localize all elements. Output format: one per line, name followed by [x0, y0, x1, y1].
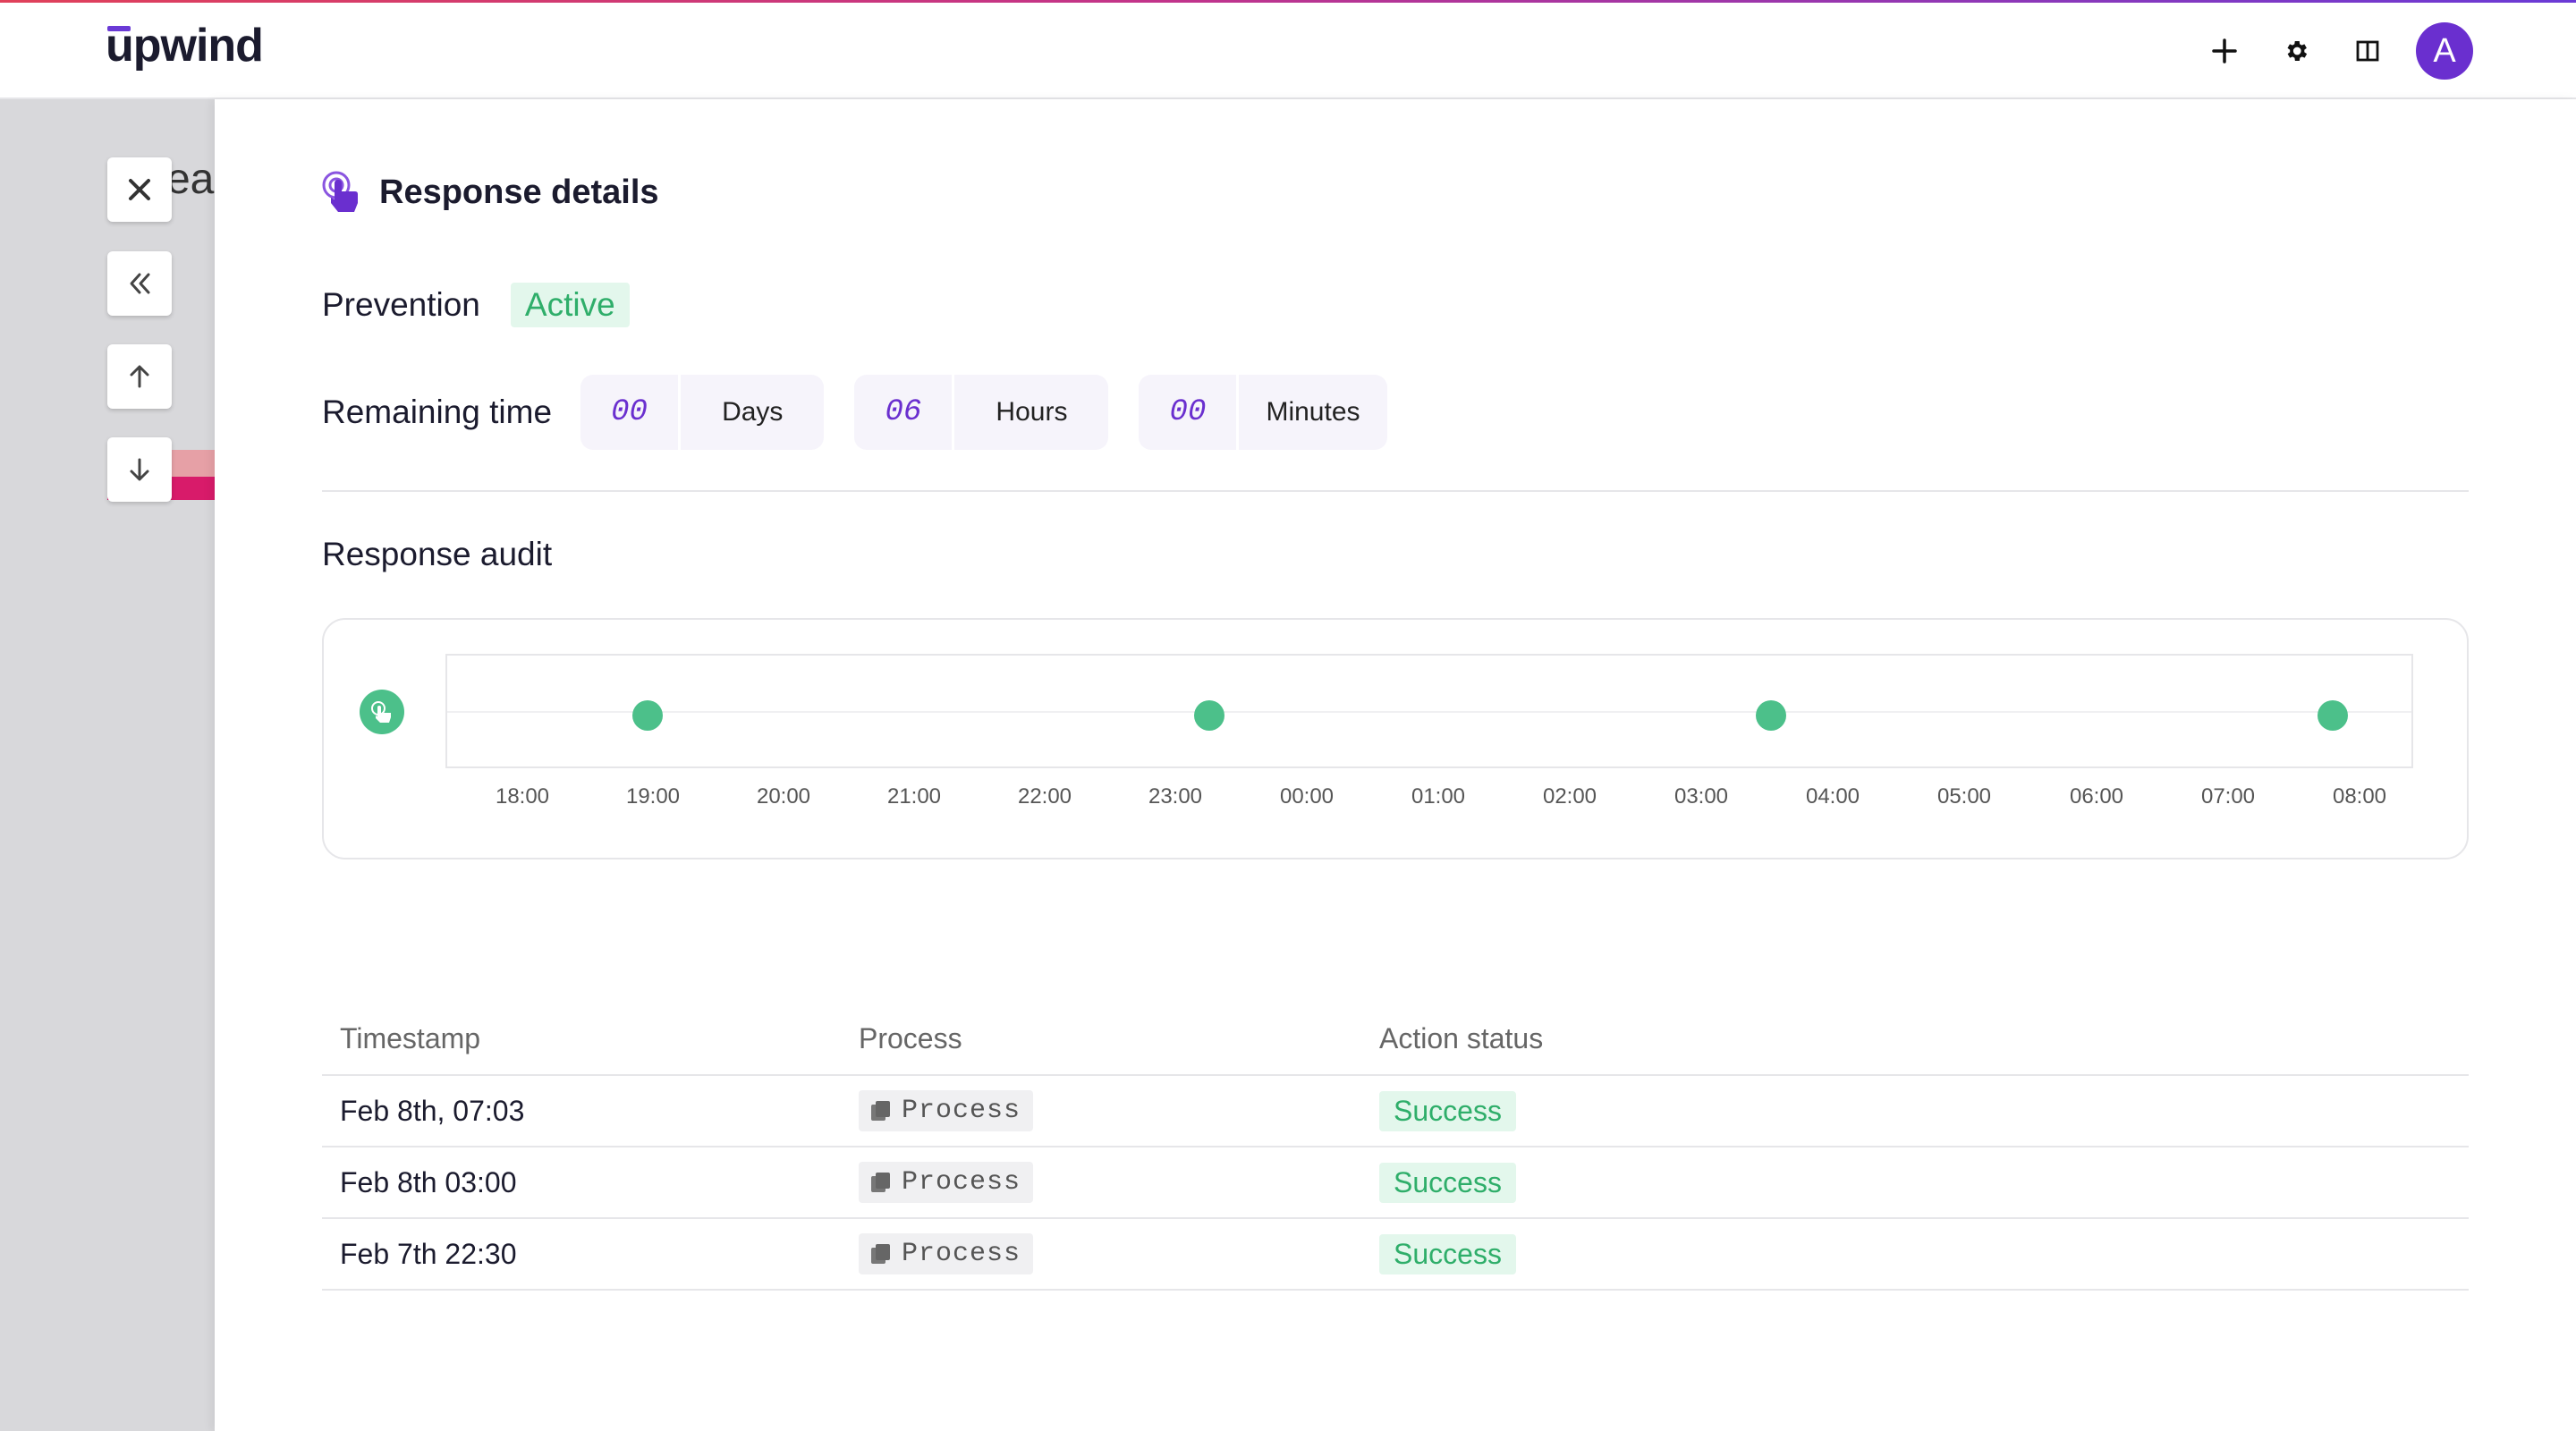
timeline-tick: 23:00: [1148, 784, 1203, 809]
timeline-tick: 20:00: [756, 784, 811, 809]
response-audit-table: Timestamp Process Action status Feb 8th,…: [322, 1003, 2469, 1291]
table-header-row: Timestamp Process Action status: [322, 1003, 2469, 1076]
table-row[interactable]: Feb 8th, 07:03 Process Success: [322, 1076, 2469, 1147]
hours-value: 06: [854, 375, 955, 450]
collapse-button[interactable]: [107, 251, 172, 316]
status-badge: Success: [1379, 1162, 1516, 1203]
minutes-unit: Minutes: [1266, 397, 1360, 427]
panel-icon[interactable]: [2332, 21, 2403, 81]
hours-unit: Hours: [996, 397, 1068, 427]
table-row[interactable]: Feb 8th 03:00 Process Success: [322, 1147, 2469, 1219]
process-icon: [871, 1101, 891, 1121]
process-label: Process: [902, 1239, 1021, 1269]
process-chip[interactable]: Process: [859, 1162, 1034, 1203]
process-cell: Process: [859, 1090, 1379, 1131]
days-chip: 00 Days: [580, 375, 825, 450]
prevention-label: Prevention: [322, 286, 480, 323]
timestamp-cell: Feb 8th 03:00: [340, 1165, 517, 1198]
timeline-tick: 19:00: [625, 784, 681, 809]
timeline-tick: 03:00: [1674, 784, 1729, 809]
status-cell: Success: [1379, 1233, 2469, 1274]
panel-header: Response details: [320, 169, 659, 216]
process-cell: Process: [859, 1162, 1379, 1203]
top-actions: A: [2189, 21, 2473, 81]
status-badge: Active: [510, 283, 630, 327]
process-cell: Process: [859, 1233, 1379, 1274]
panel-title: Response details: [379, 173, 659, 211]
next-item-button[interactable]: [107, 437, 172, 502]
timeline-tick: 21:00: [886, 784, 942, 809]
table-row[interactable]: Feb 7th 22:30 Process Success: [322, 1219, 2469, 1291]
process-icon: [871, 1173, 891, 1192]
header-timestamp[interactable]: Timestamp: [322, 1022, 859, 1055]
timeline-tick: 00:00: [1279, 784, 1335, 809]
timeline-midline: [447, 711, 2411, 713]
timestamp-cell: Feb 7th 22:30: [340, 1237, 517, 1270]
timeline-tick: 08:00: [2332, 784, 2387, 809]
timeline-tick: 06:00: [2069, 784, 2124, 809]
minutes-value: 00: [1139, 375, 1240, 450]
status-badge: Success: [1379, 1090, 1516, 1131]
process-chip[interactable]: Process: [859, 1233, 1034, 1274]
top-bar: upwind A: [0, 3, 2576, 99]
process-chip[interactable]: Process: [859, 1090, 1034, 1131]
response-details-panel: Response details Prevention Active Remai…: [215, 99, 2576, 1431]
timeline-event-dot[interactable]: [1194, 700, 1224, 731]
minutes-chip: 00 Minutes: [1139, 375, 1387, 450]
timeline-tick: 05:00: [1936, 784, 1992, 809]
header-process[interactable]: Process: [859, 1022, 1379, 1055]
plus-icon[interactable]: [2189, 21, 2260, 81]
timeline-tick: 01:00: [1411, 784, 1466, 809]
status-cell: Success: [1379, 1162, 2469, 1203]
header-action-status[interactable]: Action status: [1379, 1022, 2469, 1055]
timeline-event-dot[interactable]: [1756, 700, 1786, 731]
days-value: 00: [580, 375, 682, 450]
timeline-tick: 22:00: [1017, 784, 1072, 809]
process-icon: [871, 1244, 891, 1264]
timeline-tick: 02:00: [1542, 784, 1597, 809]
section-divider: [322, 490, 2469, 492]
response-audit-title: Response audit: [322, 536, 553, 572]
process-label: Process: [902, 1167, 1021, 1198]
arrow-down-icon: [130, 458, 149, 481]
status-badge: Success: [1379, 1233, 1516, 1274]
gear-icon[interactable]: [2260, 21, 2332, 81]
prevention-row: Prevention Active: [322, 283, 630, 327]
response-audit-timeline: 18:00 19:00 20:00 21:00 22:00 23:00 00:0…: [322, 618, 2469, 859]
process-label: Process: [902, 1096, 1021, 1126]
upwind-logo[interactable]: upwind: [106, 19, 264, 72]
timeline-track: [445, 654, 2413, 768]
previous-item-button[interactable]: [107, 344, 172, 409]
timeline-start-icon: [360, 690, 404, 734]
timeline-tick: 07:00: [2200, 784, 2256, 809]
double-chevron-left-icon: [130, 273, 150, 294]
timeline-event-dot[interactable]: [2318, 700, 2348, 731]
days-unit: Days: [722, 397, 784, 427]
remaining-time-label: Remaining time: [322, 394, 553, 430]
touch-response-icon: [322, 171, 358, 212]
timeline-tick: 18:00: [495, 784, 550, 809]
avatar[interactable]: A: [2416, 22, 2473, 80]
timeline-tick: 04:00: [1805, 784, 1860, 809]
close-icon: [129, 179, 150, 200]
timeline-event-dot[interactable]: [632, 700, 663, 731]
status-cell: Success: [1379, 1090, 2469, 1131]
logo-accent: [107, 26, 131, 31]
hours-chip: 06 Hours: [854, 375, 1109, 450]
timestamp-cell: Feb 8th, 07:03: [340, 1094, 525, 1127]
close-button[interactable]: [107, 157, 172, 222]
remaining-time-row: Remaining time 00 Days 06 Hours 00 Minut…: [322, 375, 1387, 450]
arrow-up-icon: [130, 365, 149, 388]
